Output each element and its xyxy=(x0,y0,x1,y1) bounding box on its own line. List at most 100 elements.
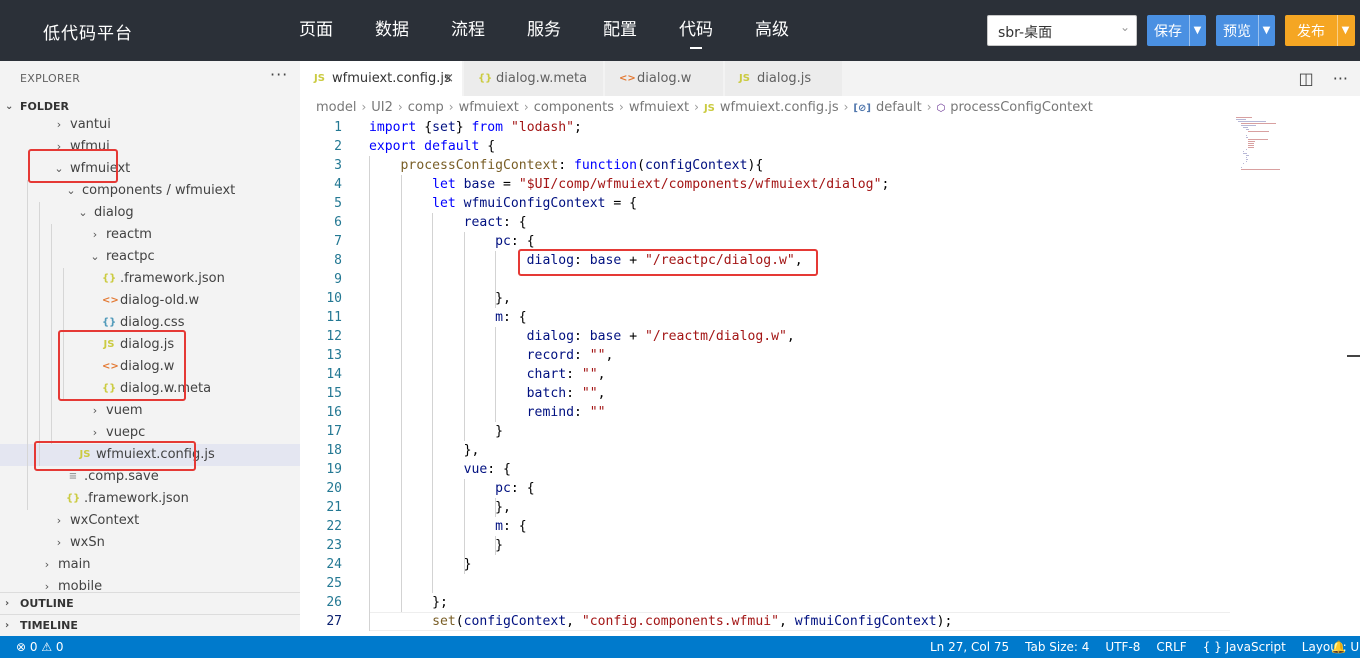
timeline-section-header[interactable]: › TIMELINE xyxy=(0,615,300,636)
problems-indicator[interactable]: ⊗ 0 ⚠ 0 xyxy=(16,636,64,658)
tab-size[interactable]: Tab Size: 4 xyxy=(1025,636,1089,658)
nav-item-1[interactable]: 数据 xyxy=(354,0,430,61)
tree-item[interactable]: JS dialog.js xyxy=(0,334,300,356)
code-line[interactable]: processConfigContext: function(configCon… xyxy=(369,156,764,175)
indent-guide xyxy=(39,400,40,422)
code-line[interactable]: m: { xyxy=(369,308,527,327)
end-of-line[interactable]: CRLF xyxy=(1156,636,1186,658)
code-line[interactable]: remind: "" xyxy=(369,403,606,422)
tab-1[interactable]: {} dialog.w.meta xyxy=(464,61,604,96)
tree-item[interactable]: ⌄ components / wfmuiext xyxy=(0,180,300,202)
breadcrumb-segment[interactable]: processConfigContext xyxy=(950,100,1093,115)
tree-item[interactable]: › vantui xyxy=(0,114,300,136)
split-editor-icon[interactable]: ◫ xyxy=(1299,69,1314,88)
code-token: : xyxy=(566,386,582,401)
line-number: 9 xyxy=(334,272,342,287)
code-token: pc xyxy=(495,481,511,496)
save-dropdown-caret-icon[interactable]: ▼ xyxy=(1189,15,1205,46)
close-icon[interactable]: × xyxy=(443,61,454,96)
code-line[interactable]: }, xyxy=(369,441,480,460)
nav-item-0[interactable]: 页面 xyxy=(278,0,354,61)
more-actions-icon[interactable]: ··· xyxy=(270,65,288,84)
tree-item[interactable]: ≡ .comp.save xyxy=(0,466,300,488)
tree-item[interactable]: ⌄ wfmuiext xyxy=(0,158,300,180)
tree-item[interactable]: JS wfmuiext.config.js xyxy=(0,444,300,466)
code-line[interactable]: batch: "", xyxy=(369,384,606,403)
tree-item[interactable]: ⌄ dialog xyxy=(0,202,300,224)
tree-item[interactable]: <> dialog-old.w xyxy=(0,290,300,312)
tree-item-label: main xyxy=(58,557,91,572)
tree-item[interactable]: › vuepc xyxy=(0,422,300,444)
tree-item[interactable]: {} .framework.json xyxy=(0,268,300,290)
code-line[interactable]: }; xyxy=(369,593,448,612)
code-line[interactable]: }, xyxy=(369,289,511,308)
publish-dropdown-caret-icon[interactable]: ▼ xyxy=(1337,15,1353,46)
language-mode[interactable]: { } JavaScript xyxy=(1203,636,1286,658)
breadcrumb-segment[interactable]: wfmuiext xyxy=(629,100,689,115)
code-line[interactable]: set(configContext, "config.components.wf… xyxy=(369,612,952,631)
tree-item[interactable]: <> dialog.w xyxy=(0,356,300,378)
minimap-line xyxy=(1240,167,1242,168)
tab-0[interactable]: JS wfmuiext.config.js × xyxy=(300,61,463,96)
tree-item[interactable]: › vuem xyxy=(0,400,300,422)
breadcrumb-segment[interactable]: components xyxy=(534,100,614,115)
breadcrumb-segment[interactable]: model xyxy=(316,100,356,115)
code-line[interactable]: chart: "", xyxy=(369,365,606,384)
tree-item[interactable]: › wxContext xyxy=(0,510,300,532)
code-line[interactable]: dialog: base + "/reactm/dialog.w", xyxy=(369,327,795,346)
code-line[interactable]: let base = "$UI/comp/wfmuiext/components… xyxy=(369,175,889,194)
code-line[interactable]: } xyxy=(369,555,472,574)
code-line[interactable]: import {set} from "lodash"; xyxy=(369,118,582,137)
preview-button-label: 预览 xyxy=(1223,23,1251,40)
environment-select[interactable]: sbr-桌面 ⌄ xyxy=(987,15,1137,46)
nav-item-5[interactable]: 代码 xyxy=(658,0,734,61)
code-line[interactable]: vue: { xyxy=(369,460,511,479)
nav-item-6[interactable]: 高级 xyxy=(734,0,810,61)
more-actions-icon[interactable]: ··· xyxy=(1333,69,1348,88)
tree-item[interactable]: › main xyxy=(0,554,300,576)
breadcrumb-segment[interactable]: comp xyxy=(408,100,444,115)
save-button[interactable]: 保存 ▼ xyxy=(1147,15,1206,46)
code-line[interactable]: record: "", xyxy=(369,346,614,365)
tree-item[interactable]: {} dialog.w.meta xyxy=(0,378,300,400)
scrollbar-marker[interactable] xyxy=(1347,355,1360,357)
code-line[interactable]: pc: { xyxy=(369,232,534,251)
tree-item[interactable]: › wfmui xyxy=(0,136,300,158)
minimap[interactable] xyxy=(1236,116,1316,186)
code-token: ( xyxy=(455,614,464,629)
nav-item-4[interactable]: 配置 xyxy=(582,0,658,61)
preview-dropdown-caret-icon[interactable]: ▼ xyxy=(1258,15,1274,46)
indent-guide xyxy=(39,444,40,466)
code-line[interactable]: } xyxy=(369,422,503,441)
tree-item[interactable]: {} dialog.css xyxy=(0,312,300,334)
outline-section-header[interactable]: › OUTLINE xyxy=(0,593,300,615)
code-line[interactable]: } xyxy=(369,536,503,555)
encoding[interactable]: UTF-8 xyxy=(1105,636,1140,658)
tree-item[interactable]: {} .framework.json xyxy=(0,488,300,510)
code-line[interactable]: react: { xyxy=(369,213,527,232)
breadcrumb-segment[interactable]: UI2 xyxy=(371,100,393,115)
preview-button[interactable]: 预览 ▼ xyxy=(1216,15,1275,46)
tree-item[interactable]: › wxSn xyxy=(0,532,300,554)
breadcrumb-segment[interactable]: wfmuiext.config.js xyxy=(720,100,839,115)
cursor-position[interactable]: Ln 27, Col 75 xyxy=(930,636,1009,658)
breadcrumb-segment[interactable]: default xyxy=(876,100,922,115)
code-line[interactable]: m: { xyxy=(369,517,527,536)
code-line[interactable]: }, xyxy=(369,498,511,517)
nav-item-3[interactable]: 服务 xyxy=(506,0,582,61)
indent-guide xyxy=(63,378,64,400)
publish-button[interactable]: 发布 ▼ xyxy=(1285,15,1355,46)
bell-icon[interactable]: 🔔 xyxy=(1331,636,1346,658)
tab-3[interactable]: JS dialog.js xyxy=(725,61,843,96)
tab-2[interactable]: <> dialog.w xyxy=(605,61,724,96)
tree-item[interactable]: › reactm xyxy=(0,224,300,246)
breadcrumb-segment[interactable]: wfmuiext xyxy=(459,100,519,115)
json-file-icon: {} xyxy=(66,493,81,504)
code-line[interactable]: let wfmuiConfigContext = { xyxy=(369,194,637,213)
code-line[interactable]: dialog: base + "/reactpc/dialog.w", xyxy=(369,251,803,270)
nav-item-2[interactable]: 流程 xyxy=(430,0,506,61)
code-line[interactable]: pc: { xyxy=(369,479,534,498)
code-line[interactable]: export default { xyxy=(369,137,495,156)
tree-item[interactable]: ⌄ reactpc xyxy=(0,246,300,268)
